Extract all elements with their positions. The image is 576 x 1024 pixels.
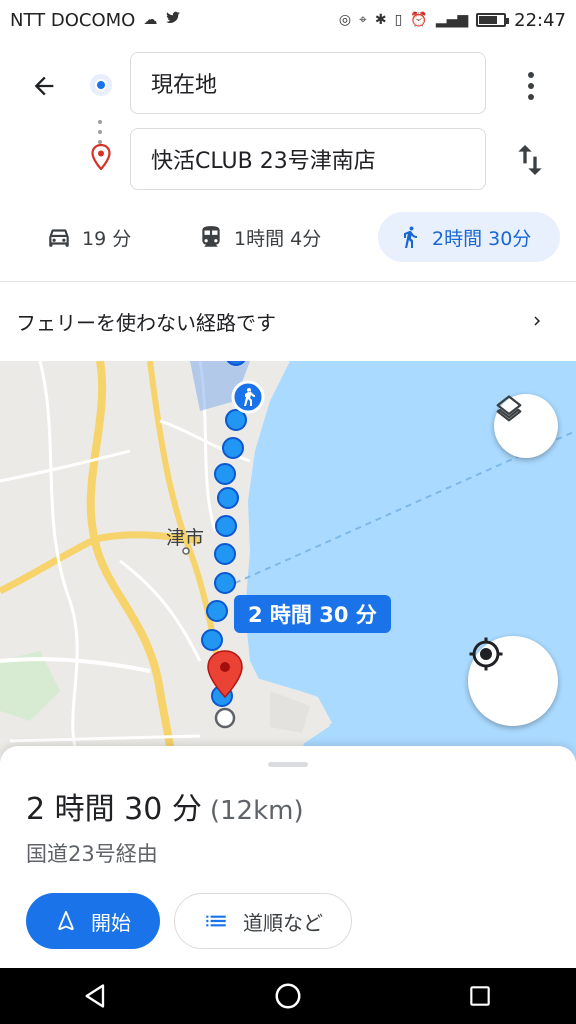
notice-text: フェリーを使わない経路です bbox=[16, 311, 276, 335]
car-icon bbox=[49, 229, 69, 247]
nav-back-button[interactable] bbox=[66, 968, 126, 1024]
route-distance: (12km) bbox=[209, 796, 304, 826]
location-status-icon: ⌖ bbox=[359, 12, 367, 28]
start-button[interactable]: 開始 bbox=[26, 893, 160, 949]
back-arrow-icon bbox=[34, 76, 54, 96]
directions-header: 現在地 快活CLUB 23号津南店 19 分 1時間 4分 2時間 30分 bbox=[0, 40, 576, 280]
nfc-icon: ◎ bbox=[338, 12, 352, 28]
nav-recents-button[interactable] bbox=[450, 968, 510, 1024]
status-right: ◎ ⌖ ✱ ▯ ⏰ ▂▄▆ 22:47 bbox=[339, 10, 566, 31]
more-vert-icon bbox=[528, 72, 534, 78]
transit-duration: 1時間 4分 bbox=[234, 227, 322, 250]
twitter-icon bbox=[165, 11, 181, 29]
duration-text: 2 時間 30 分 bbox=[26, 792, 202, 827]
tab-transit[interactable]: 1時間 4分 bbox=[198, 212, 321, 262]
list-icon bbox=[206, 915, 226, 927]
route-duration-badge[interactable]: 2 時間 30 分 bbox=[234, 595, 391, 633]
swap-button[interactable] bbox=[510, 140, 550, 180]
my-location-icon bbox=[469, 637, 503, 671]
route-via: 国道23号経由 bbox=[26, 842, 158, 866]
more-options-button[interactable] bbox=[516, 66, 546, 106]
sheet-drag-handle[interactable] bbox=[268, 762, 308, 767]
train-icon bbox=[202, 226, 220, 247]
walker-marker-icon bbox=[231, 380, 265, 414]
back-nav-icon bbox=[85, 984, 105, 1008]
destination-field[interactable]: 快活CLUB 23号津南店 bbox=[130, 128, 486, 190]
signal-icon: ▂▄▆ bbox=[435, 12, 469, 28]
walk-duration: 2時間 30分 bbox=[432, 227, 532, 250]
carrier-label: NTT DOCOMO bbox=[10, 9, 136, 31]
steps-button[interactable]: 道順など bbox=[174, 893, 352, 949]
status-bar: NTT DOCOMO ☁ ◎ ⌖ ✱ ▯ ⏰ ▂▄▆ 22:47 bbox=[0, 0, 576, 40]
origin-marker-icon bbox=[90, 74, 112, 96]
walk-icon bbox=[404, 226, 417, 248]
tab-walk[interactable]: 2時間 30分 bbox=[378, 212, 560, 262]
layers-button[interactable] bbox=[494, 394, 558, 458]
navigation-icon bbox=[58, 910, 74, 931]
route-notice[interactable]: フェリーを使わない経路です bbox=[0, 281, 576, 361]
origin-field[interactable]: 現在地 bbox=[130, 52, 486, 114]
swap-icon bbox=[518, 145, 542, 175]
alarm-icon: ⏰ bbox=[410, 12, 428, 28]
route-duration: 2 時間 30 分 (12km) bbox=[26, 784, 304, 828]
destination-pin-icon bbox=[90, 143, 112, 171]
cloud-icon: ☁ bbox=[143, 12, 158, 28]
car-duration: 19 分 bbox=[82, 227, 132, 250]
bluetooth-icon: ✱ bbox=[374, 12, 387, 28]
clock: 22:47 bbox=[514, 9, 566, 31]
home-nav-icon bbox=[275, 983, 301, 1009]
my-location-button[interactable] bbox=[468, 636, 558, 726]
steps-label: 道順など bbox=[243, 910, 323, 935]
chevron-right-icon bbox=[534, 316, 540, 326]
map-view[interactable]: 津市 2 時間 30 分 bbox=[0, 361, 576, 761]
start-point-icon bbox=[214, 707, 236, 729]
start-label: 開始 bbox=[91, 910, 131, 935]
recents-nav-icon bbox=[470, 986, 490, 1006]
vibrate-icon: ▯ bbox=[394, 12, 403, 28]
city-label: 津市 bbox=[166, 527, 205, 549]
battery-icon bbox=[476, 13, 510, 27]
back-button[interactable] bbox=[24, 66, 64, 106]
tab-car[interactable]: 19 分 bbox=[46, 212, 131, 262]
status-left: NTT DOCOMO ☁ bbox=[10, 10, 181, 31]
route-summary-sheet: 2 時間 30 分 (12km) 国道23号経由 開始 道順など bbox=[0, 746, 576, 968]
nav-home-button[interactable] bbox=[258, 968, 318, 1024]
system-nav-bar bbox=[0, 968, 576, 1024]
travel-mode-tabs: 19 分 1時間 4分 2時間 30分 bbox=[0, 210, 576, 266]
layers-icon bbox=[496, 395, 522, 422]
